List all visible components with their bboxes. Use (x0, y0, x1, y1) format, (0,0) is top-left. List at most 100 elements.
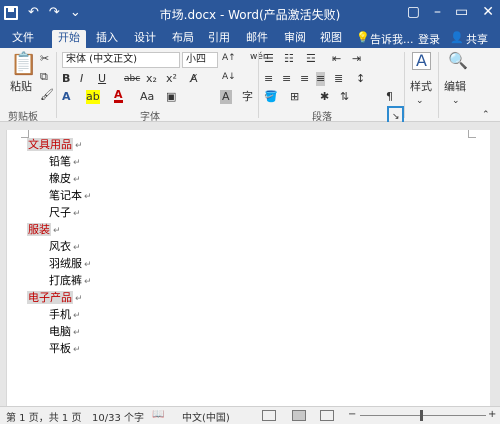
chevron-down-icon[interactable]: ⌄ (416, 94, 424, 108)
character-border-icon[interactable]: A (220, 90, 232, 104)
justify-icon[interactable]: ≡ (316, 72, 326, 86)
clear-format-icon[interactable]: A̸ (190, 72, 198, 86)
highlight-icon[interactable]: ab (86, 90, 100, 104)
search-icon[interactable]: 🔍 (448, 53, 468, 69)
editing-button[interactable]: 编辑 (444, 80, 466, 94)
web-layout-button[interactable] (320, 410, 334, 421)
tab-home[interactable]: 开始 (52, 30, 86, 48)
tab-references[interactable]: 引用 (202, 30, 236, 48)
zoom-in-button[interactable]: + (488, 409, 496, 420)
text-effects-icon[interactable]: A (62, 90, 71, 104)
underline-button[interactable]: U (98, 72, 106, 86)
strikethrough-button[interactable]: abc (124, 72, 140, 86)
paste-button[interactable]: 粘贴 (10, 80, 32, 94)
align-center-icon[interactable]: ≡ (282, 72, 291, 86)
list-item[interactable]: 橡皮 ↵ (49, 171, 81, 186)
borders-icon[interactable]: ⊞ (290, 90, 299, 104)
tab-file[interactable]: 文件 (6, 30, 40, 48)
window-controls: ▢ – ▭ ✕ (407, 4, 494, 20)
tab-view[interactable]: 视图 (314, 30, 348, 48)
margin-corner-mark (468, 130, 476, 138)
styles-button[interactable]: 样式 (410, 80, 432, 94)
list-item[interactable]: 打底裤 ↵ (49, 273, 92, 288)
superscript-button[interactable]: x² (166, 72, 177, 86)
title-bar: ↶ ↷ ⌄ 市场.docx - Word(产品激活失败) ▢ – ▭ ✕ (0, 0, 500, 28)
list-item[interactable]: 平板 ↵ (49, 341, 81, 356)
print-layout-button[interactable] (292, 410, 306, 421)
styles-gallery-icon[interactable]: A (412, 52, 431, 70)
tab-design[interactable]: 设计 (128, 30, 162, 48)
format-painter-icon[interactable]: 🖌 (40, 88, 54, 102)
sign-in-link[interactable]: 登录 (418, 31, 440, 47)
paragraph-group-label: 段落 (312, 112, 332, 123)
document-page[interactable]: 文具用品 ↵ 铅笔 ↵ 橡皮 ↵ 笔记本 ↵ 尺子 ↵ 服装 ↵ 风衣 ↵ 羽绒服 ↵ 打底裤 ↵… (6, 130, 490, 406)
font-size-dropdown[interactable]: 小四 (182, 52, 218, 68)
align-right-icon[interactable]: ≡ (300, 72, 309, 86)
change-case-button[interactable]: Aa (140, 90, 154, 104)
chevron-down-icon[interactable]: ⌄ (452, 94, 460, 108)
numbering-icon[interactable]: ☷ (284, 52, 294, 66)
subscript-button[interactable]: x₂ (146, 72, 157, 86)
font-group-label: 字体 (140, 112, 160, 123)
character-shading-icon[interactable]: ▣ (166, 90, 176, 104)
multilevel-list-icon[interactable]: ☲ (306, 52, 316, 66)
divider (438, 52, 439, 118)
person-icon: 👤 (450, 31, 464, 44)
asian-layout-icon[interactable]: ✱ (320, 90, 329, 104)
page-count[interactable]: 第 1 页，共 1 页 (6, 409, 81, 424)
list-item[interactable]: 手机 ↵ (49, 307, 81, 322)
tell-me-input[interactable]: 告诉我... (370, 31, 414, 47)
list-item[interactable]: 电子产品 ↵ (27, 290, 83, 305)
maximize-icon[interactable]: ▭ (455, 4, 468, 20)
tab-insert[interactable]: 插入 (90, 30, 124, 48)
zoom-slider-thumb[interactable] (420, 410, 423, 421)
italic-button[interactable]: I (80, 72, 83, 86)
decrease-font-icon[interactable]: A↓ (222, 70, 236, 84)
read-mode-button[interactable] (262, 410, 276, 421)
language-indicator[interactable]: 中文(中国) (182, 409, 230, 424)
minimize-icon[interactable]: – (434, 4, 441, 20)
sort-icon[interactable]: ⇅ (340, 90, 349, 104)
lightbulb-icon: 💡 (356, 31, 370, 44)
clipboard-group-label: 剪贴板 (8, 112, 38, 123)
document-area: 文具用品 ↵ 铅笔 ↵ 橡皮 ↵ 笔记本 ↵ 尺子 ↵ 服装 ↵ 风衣 ↵ 羽绒服 ↵ 打底裤 ↵… (0, 122, 500, 406)
ribbon-tabs: 文件 开始 插入 设计 布局 引用 邮件 审阅 视图 💡 告诉我... 登录 👤… (0, 28, 500, 48)
divider (404, 52, 405, 118)
list-item[interactable]: 风衣 ↵ (49, 239, 81, 254)
shading-icon[interactable]: 🪣 (264, 90, 278, 104)
bold-button[interactable]: B (62, 72, 70, 86)
enclose-character-icon[interactable]: 字 (242, 90, 253, 104)
close-icon[interactable]: ✕ (482, 4, 494, 20)
clipboard-icon[interactable]: 📋 (10, 54, 37, 76)
distributed-icon[interactable]: ≣ (334, 72, 343, 86)
tab-review[interactable]: 审阅 (278, 30, 312, 48)
list-item[interactable]: 铅笔 ↵ (49, 154, 81, 169)
proofing-icon[interactable]: 📖 (152, 409, 164, 420)
align-left-icon[interactable]: ≡ (264, 72, 273, 86)
increase-indent-icon[interactable]: ⇥ (352, 52, 361, 66)
list-item[interactable]: 笔记本 ↵ (49, 188, 92, 203)
tab-layout[interactable]: 布局 (166, 30, 200, 48)
font-name-dropdown[interactable]: 宋体 (中文正文) (62, 52, 180, 68)
font-color-icon[interactable]: A (114, 89, 123, 103)
cut-icon[interactable]: ✂ (40, 52, 49, 66)
line-spacing-icon[interactable]: ↕ (356, 72, 365, 86)
list-item[interactable]: 服装 ↵ (27, 222, 61, 237)
copy-icon[interactable]: ⧉ (40, 70, 48, 84)
decrease-indent-icon[interactable]: ⇤ (332, 52, 341, 66)
zoom-slider[interactable] (360, 415, 486, 416)
list-item[interactable]: 尺子 ↵ (49, 205, 81, 220)
word-count[interactable]: 10/33 个字 (92, 409, 144, 424)
ribbon-display-icon[interactable]: ▢ (407, 4, 420, 20)
show-marks-icon[interactable]: ¶ (386, 90, 393, 104)
divider (56, 52, 57, 118)
increase-font-icon[interactable]: A↑ (222, 51, 236, 65)
collapse-ribbon-icon[interactable]: ⌃ (482, 108, 490, 122)
share-button[interactable]: 共享 (466, 31, 488, 47)
list-item[interactable]: 文具用品 ↵ (27, 137, 83, 152)
bullets-icon[interactable]: ☰ (264, 52, 274, 66)
list-item[interactable]: 电脑 ↵ (49, 324, 81, 339)
list-item[interactable]: 羽绒服 ↵ (49, 256, 92, 271)
zoom-out-button[interactable]: − (348, 409, 356, 420)
tab-mailings[interactable]: 邮件 (240, 30, 274, 48)
